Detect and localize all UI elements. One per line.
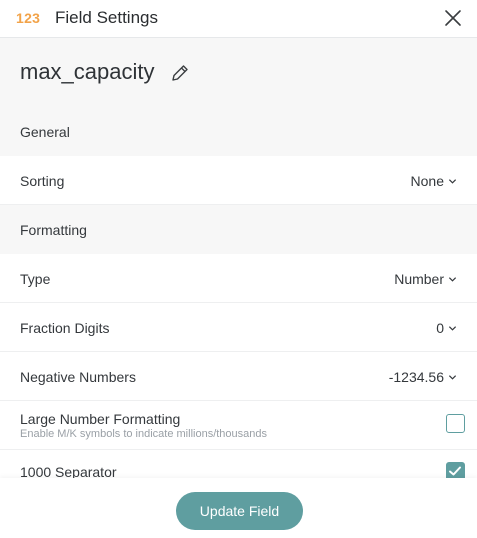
chevron-down-icon (448, 325, 457, 331)
chevron-down-icon (448, 374, 457, 380)
large-number-formatting-row: Large Number Formatting Enable M/K symbo… (0, 401, 477, 450)
update-field-button[interactable]: Update Field (176, 492, 303, 530)
fraction-digits-label: Fraction Digits (20, 320, 110, 336)
sorting-value: None (410, 173, 444, 189)
section-general: General (0, 107, 477, 156)
negative-numbers-value: -1234.56 (388, 369, 444, 385)
section-general-label: General (20, 124, 70, 140)
check-icon (449, 466, 461, 476)
section-formatting: Formatting (0, 205, 477, 254)
close-icon[interactable] (443, 8, 463, 28)
number-type-badge: 123 (16, 10, 41, 26)
large-number-formatting-label: Large Number Formatting (20, 411, 181, 427)
fraction-digits-select[interactable]: 0 (436, 320, 457, 336)
type-label: Type (20, 271, 51, 287)
negative-numbers-label: Negative Numbers (20, 369, 136, 385)
dialog-header: 123 Field Settings (0, 0, 477, 38)
pencil-icon[interactable] (169, 62, 191, 84)
sorting-label: Sorting (20, 173, 65, 189)
large-number-formatting-checkbox[interactable] (446, 414, 465, 433)
field-name: max_capacity (20, 59, 155, 84)
dialog-title: Field Settings (55, 8, 158, 27)
chevron-down-icon (448, 276, 457, 282)
chevron-down-icon (448, 178, 457, 184)
section-formatting-label: Formatting (20, 222, 87, 238)
negative-numbers-select[interactable]: -1234.56 (389, 369, 457, 385)
field-name-section: max_capacity (0, 38, 477, 107)
type-select[interactable]: Number (394, 271, 457, 287)
dialog-footer: Update Field (0, 478, 477, 538)
negative-numbers-row: Negative Numbers -1234.56 (0, 352, 477, 401)
fraction-digits-row: Fraction Digits 0 (0, 303, 477, 352)
large-number-formatting-description: Enable M/K symbols to indicate millions/… (20, 428, 268, 440)
sorting-select[interactable]: None (411, 173, 457, 189)
fraction-digits-value: 0 (436, 320, 444, 336)
type-value: Number (394, 271, 444, 287)
type-row: Type Number (0, 254, 477, 303)
sorting-row: Sorting None (0, 156, 477, 205)
